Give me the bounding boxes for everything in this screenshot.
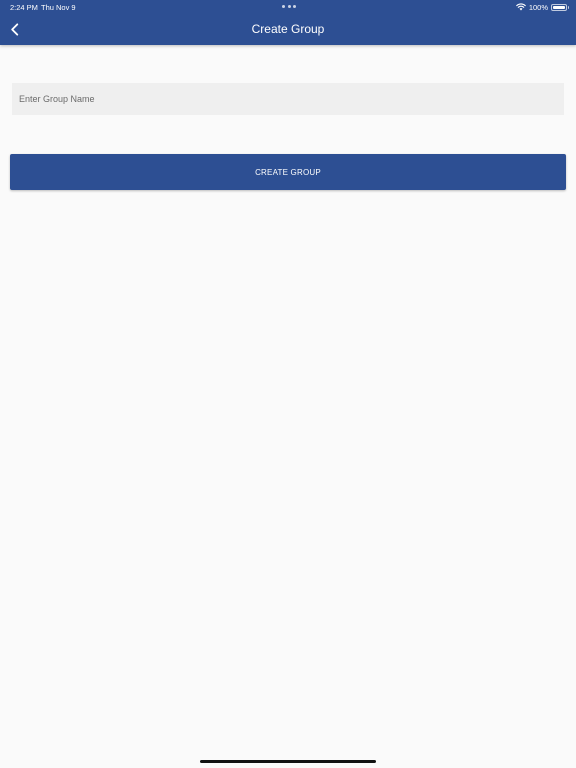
- app-header: 2:24 PM Thu Nov 9 100% Create Group: [0, 0, 576, 45]
- home-indicator[interactable]: [200, 760, 376, 763]
- wifi-icon: [516, 3, 526, 11]
- multitasking-dots-icon[interactable]: [282, 5, 296, 8]
- battery-percentage: 100%: [528, 2, 548, 12]
- dot: [287, 5, 291, 8]
- group-name-input[interactable]: [12, 83, 564, 115]
- status-date: Thu Nov 9: [41, 3, 76, 12]
- status-bar: 2:24 PM Thu Nov 9 100%: [0, 0, 576, 14]
- battery-icon: [551, 3, 569, 11]
- dot: [293, 5, 296, 8]
- create-group-button[interactable]: CREATE GROUP: [10, 154, 566, 190]
- battery-level-fill: [553, 5, 565, 9]
- status-indicators: 100%: [516, 2, 569, 12]
- page-title: Create Group: [251, 22, 325, 36]
- dot: [282, 5, 285, 8]
- status-time: 2:24 PM: [10, 3, 38, 12]
